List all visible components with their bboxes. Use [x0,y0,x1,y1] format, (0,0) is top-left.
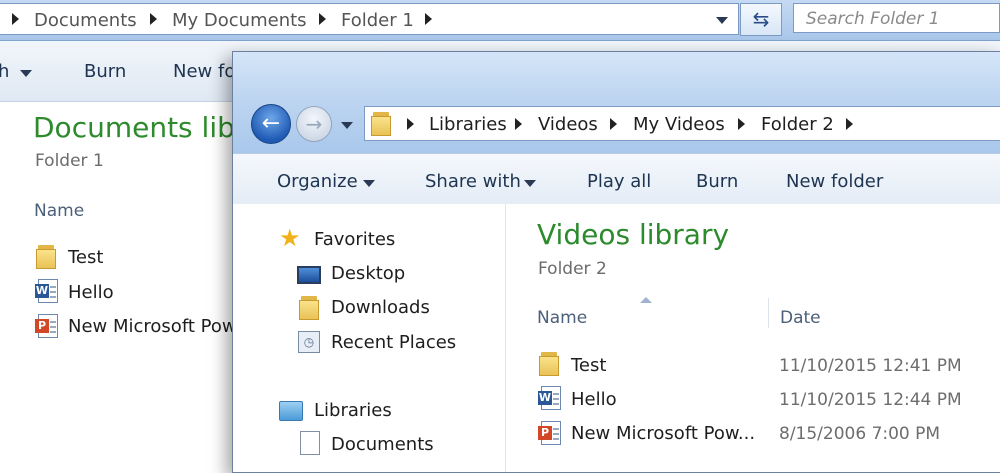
new-folder-button[interactable]: New folder [786,171,883,192]
back-arrow-icon: ← [261,111,281,136]
library-subtitle: Folder 2 [538,259,607,279]
burn-button[interactable]: Burn [696,171,738,192]
word-doc-icon: W [538,386,561,410]
breadcrumb-separator-icon[interactable] [425,13,432,25]
nav-favorites-label[interactable]: Favorites [314,229,395,250]
back-library-subtitle: Folder 1 [35,151,104,171]
column-divider[interactable] [768,298,769,328]
breadcrumb-separator-icon[interactable] [610,118,617,130]
back-button[interactable]: ← [251,104,291,144]
chevron-down-icon[interactable] [363,180,375,187]
downloads-folder-icon [299,296,319,320]
folder-icon [36,245,56,269]
breadcrumb-separator-icon[interactable] [12,13,19,25]
back-library-title: Documents libr [33,111,247,144]
command-bar: Organize Share with Play all Burn New fo… [233,153,1000,205]
breadcrumb-folder-1[interactable]: Folder 1 [341,10,414,31]
column-header-name[interactable]: Name [537,308,587,328]
breadcrumb-separator-icon[interactable] [515,118,522,130]
powerpoint-icon: P [538,421,561,445]
breadcrumb-libraries[interactable]: Libraries [429,114,507,135]
breadcrumb-separator-icon[interactable] [846,118,853,130]
file-name[interactable]: Hello [571,389,617,410]
back-column-name[interactable]: Name [34,201,84,221]
organize-button[interactable]: Organize [277,171,358,192]
back-address-bar: Documents My Documents Folder 1 ⇆ Search… [0,0,1000,41]
back-file-name[interactable]: New Microsoft Pow [68,316,237,337]
library-title: Videos library [537,218,730,251]
back-burn-button[interactable]: Burn [84,61,126,82]
window-frame: ← → Libraries Videos My Videos Folder 2 [233,52,1000,153]
folder-icon [539,352,559,376]
word-doc-icon: W [35,279,58,303]
breadcrumb-separator-icon[interactable] [738,118,745,130]
breadcrumb-videos[interactable]: Videos [538,114,598,135]
recent-places-icon: ◷ [298,331,320,353]
breadcrumb-folder-2[interactable]: Folder 2 [761,114,834,135]
nav-libraries-label[interactable]: Libraries [314,400,392,421]
folder-icon [371,112,391,136]
star-icon: ★ [279,224,301,252]
nav-recent-places-label[interactable]: Recent Places [331,332,456,353]
address-history-dropdown-icon[interactable] [716,17,728,24]
powerpoint-icon: P [35,314,58,338]
sort-ascending-icon [640,297,652,303]
share-with-button[interactable]: Share with [425,171,521,192]
column-header-date[interactable]: Date [780,308,821,328]
breadcrumb-separator-icon[interactable] [319,13,326,25]
breadcrumb-separator-icon[interactable] [407,118,414,130]
back-file-name[interactable]: Test [68,247,103,268]
nav-documents-label[interactable]: Documents [331,434,434,455]
forward-arrow-icon: → [305,112,323,136]
chevron-down-icon[interactable] [524,180,536,187]
back-toolbar-share-partial[interactable]: h [0,61,9,82]
file-date: 8/15/2006 7:00 PM [779,424,941,444]
refresh-button[interactable]: ⇆ [740,3,782,36]
breadcrumb-my-videos[interactable]: My Videos [633,114,725,135]
videos-explorer-window: ← → Libraries Videos My Videos Folder 2 … [232,51,1000,473]
file-name[interactable]: Test [571,355,606,376]
refresh-icon: ⇆ [752,7,770,31]
breadcrumb-documents[interactable]: Documents [34,10,137,31]
nav-downloads-label[interactable]: Downloads [331,297,430,318]
chevron-down-icon[interactable] [20,70,32,77]
file-list-pane: Videos library Folder 2 Name Date Test 1… [506,204,1000,472]
back-search-input[interactable]: Search Folder 1 [793,3,1000,33]
libraries-icon [279,401,303,421]
file-date: 11/10/2015 12:41 PM [779,356,962,376]
file-name[interactable]: New Microsoft Pow... [571,423,755,444]
breadcrumb-my-documents[interactable]: My Documents [172,10,307,31]
forward-button[interactable]: → [296,106,332,142]
desktop-icon [297,266,321,284]
recent-pages-dropdown-icon[interactable] [341,122,353,129]
play-all-button[interactable]: Play all [587,171,651,192]
documents-library-icon [300,431,320,455]
nav-desktop-label[interactable]: Desktop [331,263,405,284]
back-new-folder-button[interactable]: New fol [173,61,240,82]
back-file-name[interactable]: Hello [68,282,114,303]
breadcrumb-separator-icon[interactable] [150,13,157,25]
navigation-pane: ★ Favorites Desktop Downloads ◷ Recent P… [233,204,506,472]
back-address-field[interactable]: Documents My Documents Folder 1 [0,3,739,35]
file-date: 11/10/2015 12:44 PM [779,390,962,410]
address-bar[interactable]: Libraries Videos My Videos Folder 2 [364,106,1000,141]
